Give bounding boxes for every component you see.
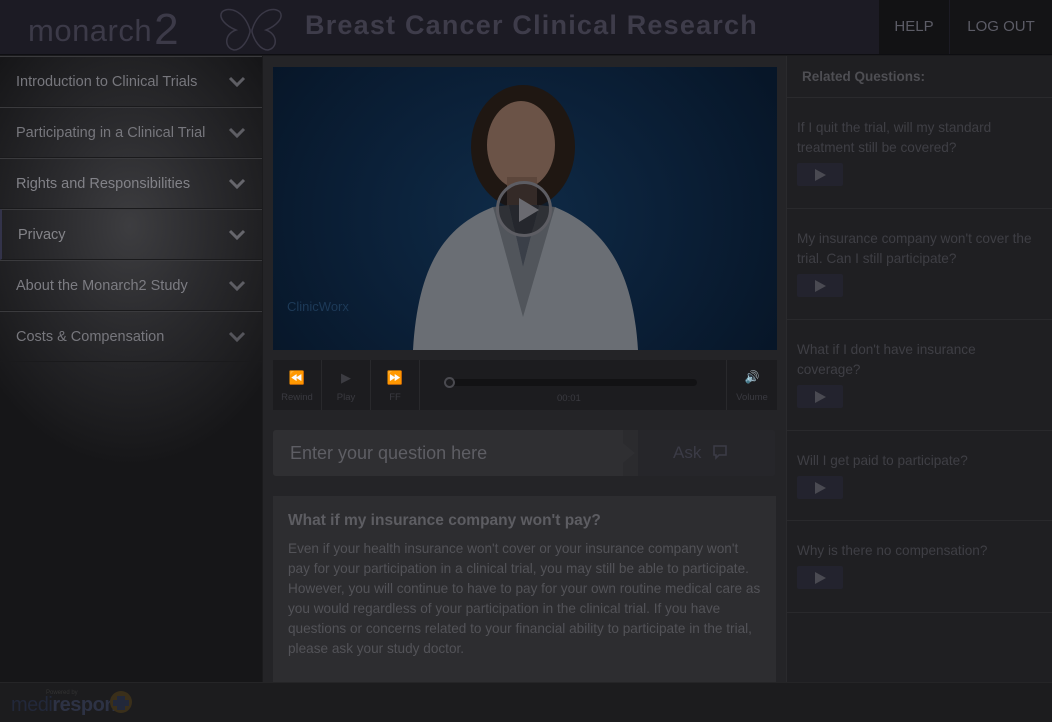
time-display: 00:01 — [557, 393, 581, 404]
chevron-down-icon — [228, 229, 246, 241]
logout-button[interactable]: LOG OUT — [950, 0, 1052, 54]
play-icon — [519, 198, 539, 222]
answer-question: What if my insurance company won't pay? — [288, 512, 601, 529]
related-questions-panel: Related Questions: If I quit the trial, … — [786, 56, 1052, 682]
page: monarch 2 Breast Cancer Clinical Researc… — [0, 0, 1052, 722]
sidebar-item-participating[interactable]: Participating in a Clinical Trial — [0, 107, 262, 158]
topic-sidebar: Introduction to Clinical Trials Particip… — [0, 56, 262, 682]
related-question-item: What if I don't have insurance coverage? — [787, 320, 1052, 431]
logo-number: 2 — [154, 5, 179, 54]
related-play-button[interactable] — [797, 385, 843, 408]
logo-text: monarch — [28, 13, 153, 48]
rewind-icon: ⏪ — [288, 370, 306, 385]
ask-question-bar: Ask — [273, 430, 775, 476]
related-question-item: If I quit the trial, will my standard tr… — [787, 98, 1052, 209]
play-icon: ▶ — [341, 370, 351, 385]
top-header: monarch 2 Breast Cancer Clinical Researc… — [0, 0, 1052, 55]
related-play-button[interactable] — [797, 274, 843, 297]
related-question-text: Will I get paid to participate? — [797, 453, 968, 468]
main-panel: ClinicWorx ⏪ Rewind ▶ Play ⏩ FF 00:01 🔊 … — [263, 56, 786, 682]
site-title: Breast Cancer Clinical Research — [305, 10, 758, 40]
related-play-button[interactable] — [797, 476, 843, 499]
input-arrow — [623, 443, 635, 463]
play-icon — [815, 280, 826, 292]
sidebar-item-label: Rights and Responsibilities — [16, 176, 191, 192]
video-watermark: ClinicWorx — [287, 299, 349, 314]
related-heading: Related Questions: — [787, 56, 1052, 98]
chevron-down-icon — [228, 127, 246, 139]
sidebar-item-label: About the Monarch2 Study — [16, 278, 188, 294]
play-button[interactable]: ▶ Play — [322, 360, 371, 410]
sidebar-item-privacy[interactable]: Privacy — [0, 209, 262, 260]
footer: Powered by medirespond — [0, 682, 1052, 722]
related-question-item: Why is there no compensation? — [787, 521, 1052, 613]
related-play-button[interactable] — [797, 163, 843, 186]
volume-button[interactable]: 🔊 Volume — [727, 360, 777, 410]
question-input[interactable] — [273, 430, 623, 476]
fast-forward-icon: ⏩ — [386, 370, 404, 385]
medirespond-mark-icon — [110, 691, 132, 713]
sidebar-item-label: Costs & Compensation — [16, 329, 165, 345]
play-icon — [815, 391, 826, 403]
rewind-button[interactable]: ⏪ Rewind — [273, 360, 322, 410]
play-label: Play — [336, 392, 356, 403]
sidebar-item-about-study[interactable]: About the Monarch2 Study — [0, 260, 262, 311]
progress-scrubber[interactable]: 00:01 — [420, 360, 727, 410]
related-play-button[interactable] — [797, 566, 843, 589]
related-question-item: My insurance company won't cover the tri… — [787, 209, 1052, 320]
progress-handle[interactable] — [444, 377, 455, 388]
play-icon — [815, 482, 826, 494]
related-question-text: My insurance company won't cover the tri… — [797, 231, 1032, 266]
sidebar-item-label: Introduction to Clinical Trials — [16, 74, 198, 90]
volume-icon: 🔊 — [744, 370, 760, 384]
rewind-label: Rewind — [281, 392, 313, 403]
related-question-text: If I quit the trial, will my standard tr… — [797, 120, 992, 155]
play-icon — [815, 572, 826, 584]
ask-button[interactable]: Ask — [638, 430, 775, 476]
video-play-button[interactable] — [496, 181, 552, 237]
fast-forward-button[interactable]: ⏩ FF — [371, 360, 420, 410]
chat-bubble-icon — [713, 445, 727, 460]
butterfly-icon — [220, 8, 282, 51]
related-question-text: Why is there no compensation? — [797, 543, 988, 558]
brand-medi: medi — [11, 694, 53, 716]
volume-label: Volume — [736, 392, 768, 403]
video-controls: ⏪ Rewind ▶ Play ⏩ FF 00:01 🔊 Volume — [273, 360, 777, 410]
monarch2-logo[interactable]: monarch 2 — [28, 4, 282, 54]
sidebar-item-introduction[interactable]: Introduction to Clinical Trials — [0, 56, 262, 107]
answer-text: Even if your health insurance won't cove… — [288, 541, 761, 656]
related-question-item: Will I get paid to participate? — [787, 431, 1052, 521]
fast-forward-label: FF — [389, 392, 401, 403]
ask-button-label: Ask — [673, 443, 702, 462]
chevron-down-icon — [228, 280, 246, 292]
answer-panel: What if my insurance company won't pay? … — [273, 496, 776, 682]
sidebar-item-label: Privacy — [18, 227, 66, 243]
sidebar-item-rights[interactable]: Rights and Responsibilities — [0, 158, 262, 209]
progress-track[interactable] — [445, 379, 697, 386]
sidebar-item-costs[interactable]: Costs & Compensation — [0, 311, 262, 362]
chevron-down-icon — [228, 331, 246, 343]
video-player[interactable]: ClinicWorx — [273, 67, 777, 350]
play-icon — [815, 169, 826, 181]
chevron-down-icon — [228, 178, 246, 190]
chevron-down-icon — [228, 76, 246, 88]
help-button[interactable]: HELP — [879, 0, 949, 54]
sidebar-item-label: Participating in a Clinical Trial — [16, 125, 206, 141]
related-question-text: What if I don't have insurance coverage? — [797, 342, 976, 377]
